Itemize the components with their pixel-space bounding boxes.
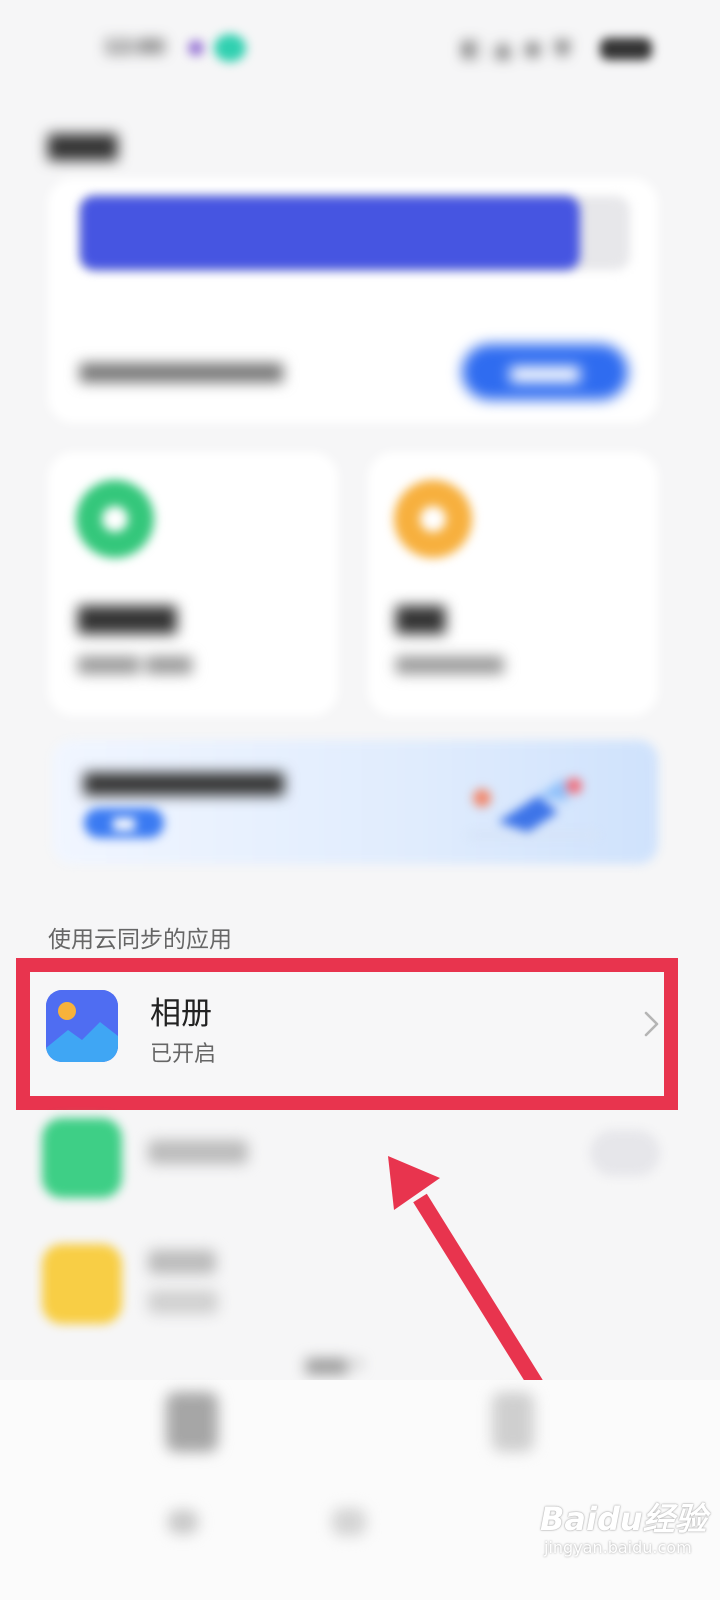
- feature-sub-backup: ▆▆▆▆ ▆▆▆: [78, 650, 193, 674]
- nav-home-icon[interactable]: [166, 1392, 218, 1452]
- bottom-nav: [0, 1380, 720, 1600]
- system-home-icon[interactable]: [332, 1508, 366, 1536]
- app-notification-icon: [214, 34, 246, 62]
- app-name-blurred-2: [148, 1250, 216, 1274]
- system-back-icon[interactable]: [168, 1510, 198, 1534]
- banner-illustration-icon: [468, 778, 598, 838]
- signal-icons: ◧ ▲ ◆ ▼: [462, 36, 575, 60]
- storage-usage-text: ▆▆▆▆▆▆▆▆▆▆▆▆: [80, 358, 284, 383]
- backup-icon: [76, 480, 154, 558]
- watermark-url: jingyan.baidu.com: [544, 1538, 692, 1557]
- app-icon-green: [42, 1118, 122, 1198]
- highlight-box: [16, 958, 678, 1110]
- app-toggle-blurred[interactable]: [590, 1130, 660, 1176]
- show-more-link[interactable]: ▆▆▆ ▾: [306, 1354, 362, 1375]
- notification-icon: [188, 40, 204, 56]
- battery-icon: [600, 38, 652, 60]
- feature-title-other: ▆▆: [396, 596, 446, 634]
- banner-button[interactable]: ▆▆: [84, 808, 164, 838]
- app-status-blurred-2: [148, 1290, 218, 1314]
- upgrade-storage-button[interactable]: ▆▆▆▆▆: [462, 344, 628, 400]
- feature-title-backup: ▆▆▆▆: [78, 596, 177, 634]
- watermark-logo: Baidu经验: [540, 1500, 707, 1538]
- storage-bar-fill: [80, 196, 580, 270]
- feature-sub-other: ▆▆▆▆▆▆▆: [396, 650, 504, 674]
- nav-profile-icon[interactable]: [492, 1392, 534, 1452]
- app-name-blurred: [148, 1140, 248, 1164]
- app-icon-yellow: [42, 1244, 122, 1324]
- banner-title: ▆▆▆▆▆▆▆▆▆▆: [84, 766, 284, 796]
- section-label: 使用云同步的应用: [48, 927, 232, 953]
- status-time: 12:00: [104, 36, 165, 58]
- page-title: ▆▆▆: [48, 126, 118, 161]
- other-feature-icon: [394, 480, 472, 558]
